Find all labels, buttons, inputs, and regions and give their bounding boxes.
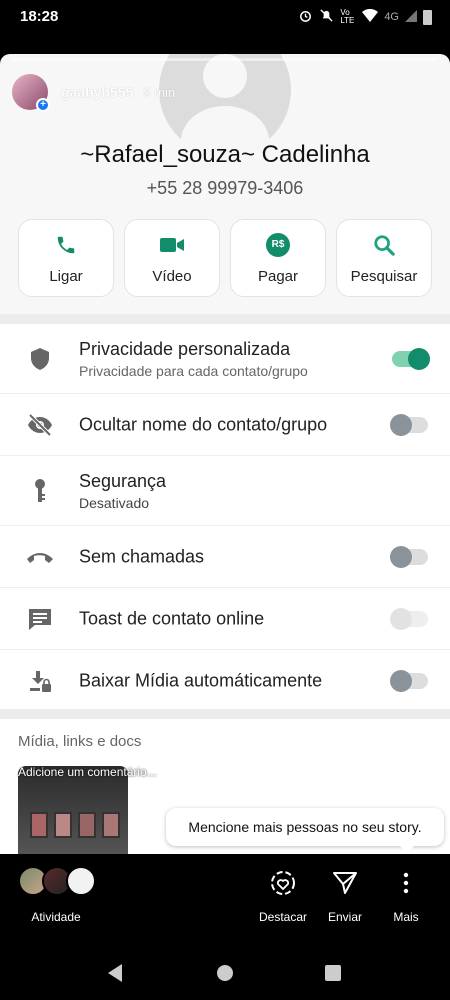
thumb-figure	[102, 812, 120, 838]
navigation-bar	[0, 944, 450, 1000]
section-divider	[0, 709, 450, 719]
settings-list: Privacidade personalizada Privacidade pa…	[0, 324, 450, 712]
highlight-icon[interactable]	[268, 868, 298, 898]
payment-badge: R$	[266, 232, 290, 257]
toggle-knob	[390, 607, 412, 630]
alarm-icon	[298, 8, 313, 26]
toggle-knob	[390, 545, 412, 568]
online-toast-toggle[interactable]	[390, 607, 428, 630]
activity-label[interactable]: Atividade	[26, 910, 86, 924]
auto-download-row[interactable]: Baixar Mídia automáticamente	[0, 650, 450, 712]
online-toast-row[interactable]: Toast de contato online	[0, 588, 450, 650]
eye-off-icon	[26, 411, 54, 439]
story-bottom-bar: Atividade Destacar Enviar Mais	[0, 854, 450, 944]
contact-phone: +55 28 99979-3406	[146, 178, 304, 198]
hide-name-title: Ocultar nome do contato/grupo	[79, 414, 328, 434]
home-icon[interactable]	[217, 965, 233, 981]
online-toast-text: Toast de contato online	[79, 608, 264, 629]
privacy-custom-toggle[interactable]	[392, 347, 430, 370]
thumb-figure	[54, 812, 72, 838]
media-thumbnail[interactable]	[18, 766, 128, 854]
toggle-knob	[390, 413, 412, 436]
media-section-title[interactable]: Mídia, links e docs	[18, 733, 141, 750]
privacy-custom-row[interactable]: Privacidade personalizada Privacidade pa…	[0, 324, 450, 394]
volte-label: Vo LTE	[340, 8, 355, 25]
toggle-knob	[408, 347, 430, 370]
story-avatar[interactable]: +	[12, 74, 50, 112]
online-toast-title: Toast de contato online	[79, 608, 265, 628]
privacy-custom-title: Privacidade personalizada	[79, 338, 291, 359]
status-time: 18:28	[20, 8, 59, 25]
auto-download-title: Baixar Mídia automáticamente	[79, 670, 323, 691]
privacy-custom-subtitle: Privacidade para cada contato/grupo	[79, 362, 308, 379]
video-label: Vídeo	[152, 267, 192, 285]
more-icon[interactable]	[391, 868, 421, 898]
wifi-icon	[362, 8, 379, 25]
highlight-label[interactable]: Destacar	[253, 910, 313, 924]
video-button[interactable]: Vídeo	[124, 219, 220, 297]
add-story-icon[interactable]: +	[36, 98, 50, 112]
search-icon	[373, 232, 395, 258]
toggle-knob	[390, 670, 412, 692]
more-label[interactable]: Mais	[376, 910, 436, 924]
action-buttons: Ligar Vídeo R$ Pagar Pesquisar	[18, 219, 432, 297]
security-subtitle: Desativado	[79, 494, 150, 511]
story-user[interactable]: + gaabyh555 9 min	[12, 74, 176, 112]
viewer-avatar	[66, 866, 96, 896]
status-icons: Vo LTE 4G	[298, 8, 432, 26]
message-icon	[26, 605, 54, 633]
security-text: Segurança Desativado	[79, 471, 166, 511]
pay-button[interactable]: R$ Pagar	[230, 219, 326, 297]
search-button[interactable]: Pesquisar	[336, 219, 432, 297]
signal-icon	[405, 9, 417, 25]
contact-name: ~Rafael_souza~ Cadelinha	[80, 141, 370, 168]
search-label: Pesquisar	[350, 267, 418, 285]
send-label[interactable]: Enviar	[315, 910, 375, 924]
battery-icon	[423, 9, 432, 25]
pay-label: Pagar	[257, 267, 299, 285]
network-label: 4G	[384, 11, 399, 23]
story-time: 9 min	[143, 84, 176, 100]
call-label: Ligar	[49, 267, 83, 285]
security-title: Segurança	[79, 470, 167, 491]
key-icon	[26, 477, 54, 505]
privacy-custom-text: Privacidade personalizada Privacidade pa…	[79, 339, 308, 379]
video-icon	[159, 232, 185, 258]
thumb-figure	[30, 812, 48, 838]
hide-name-text: Ocultar nome do contato/grupo	[79, 414, 327, 435]
call-end-icon	[26, 543, 54, 571]
no-calls-row[interactable]: Sem chamadas	[0, 526, 450, 588]
phone-icon	[55, 232, 77, 258]
security-row[interactable]: Segurança Desativado	[0, 456, 450, 526]
viewers-avatars[interactable]	[18, 866, 98, 896]
payment-icon: R$	[266, 232, 290, 258]
no-calls-title: Sem chamadas	[79, 546, 205, 566]
no-calls-text: Sem chamadas	[79, 546, 204, 567]
auto-download-toggle[interactable]	[390, 670, 428, 692]
mention-tooltip[interactable]: Mencione mais pessoas no seu story.	[166, 808, 444, 853]
status-bar: 18:28 Vo LTE 4G	[0, 0, 450, 32]
download-lock-icon	[26, 667, 54, 695]
shield-icon	[26, 345, 54, 373]
call-button[interactable]: Ligar	[18, 219, 114, 297]
send-icon[interactable]	[330, 868, 360, 898]
comment-input[interactable]: Adicione um comentário...	[18, 765, 157, 779]
auto-download-text: Baixar Mídia automáticamente	[79, 671, 322, 692]
no-calls-toggle[interactable]	[390, 545, 428, 568]
contact-card: + gaabyh555 9 min ~Rafael_souza~ Cadelin…	[0, 54, 450, 854]
story-username[interactable]: gaabyh555	[61, 84, 133, 100]
section-divider	[0, 314, 450, 324]
recents-icon[interactable]	[325, 965, 341, 981]
hide-name-toggle[interactable]	[390, 413, 428, 436]
thumb-figure	[78, 812, 96, 838]
hide-name-row[interactable]: Ocultar nome do contato/grupo	[0, 394, 450, 456]
story-progress-bar	[12, 58, 438, 61]
back-icon[interactable]	[108, 964, 122, 982]
mute-icon	[319, 8, 334, 26]
